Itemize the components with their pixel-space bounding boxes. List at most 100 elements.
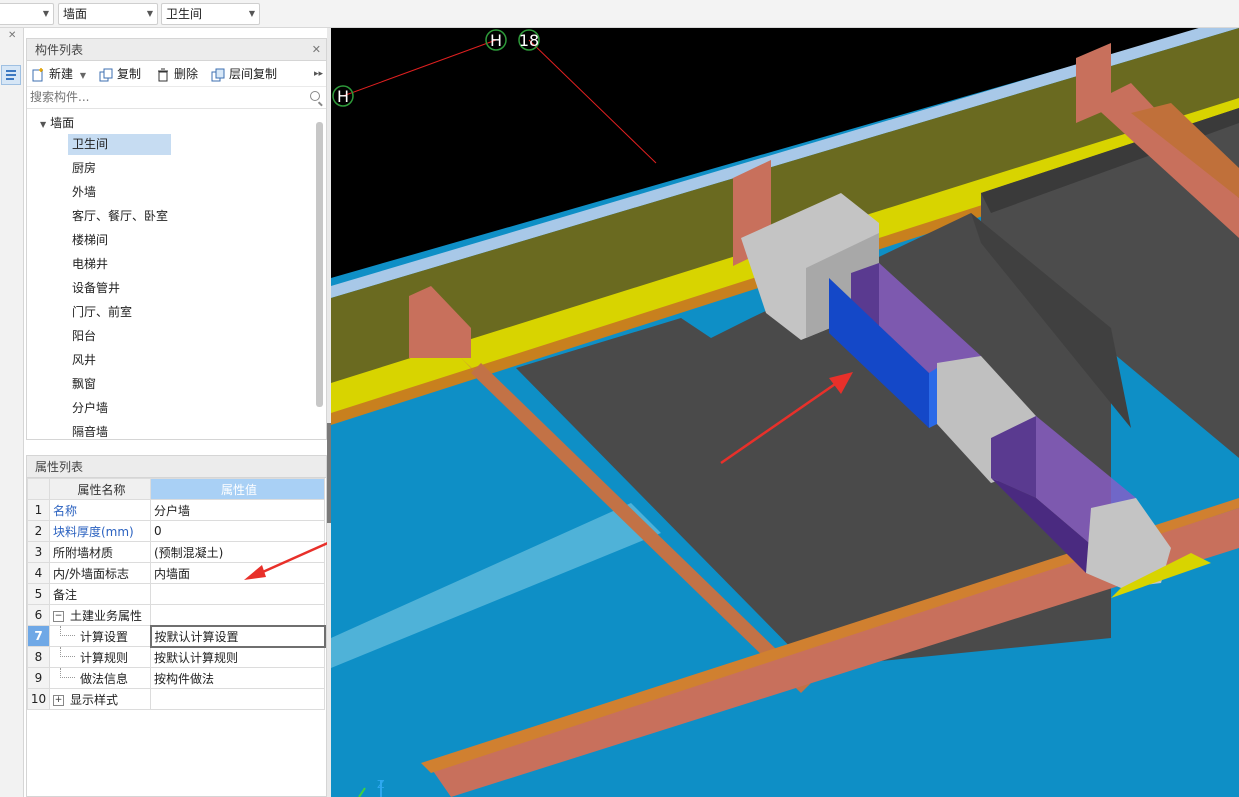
component-list-panel: 构件列表 ✕ 新建 ▼ 复制 删除 层间复制 ▸▸ ▼ 墙面	[26, 38, 327, 440]
trash-icon	[158, 68, 168, 81]
row-number: 5	[27, 583, 50, 605]
axis-label-18: 18	[519, 31, 539, 50]
property-group-name: − 土建业务属性	[49, 604, 151, 626]
row-num-header	[27, 478, 50, 500]
row-number: 1	[27, 499, 50, 521]
more-tools-icon[interactable]: ▸▸	[314, 65, 323, 83]
close-icon[interactable]: ✕	[8, 30, 16, 41]
chevron-down-icon: ▼	[146, 9, 153, 18]
table-row[interactable]: 8 计算规则 按默认计算规则	[27, 646, 325, 668]
table-row[interactable]: 5 备注	[27, 583, 325, 605]
property-table-header: 属性名称 属性值	[27, 478, 325, 500]
highlighted-wall-edge	[929, 368, 937, 428]
tree-item[interactable]: 楼梯间	[68, 230, 171, 251]
search-icon[interactable]	[310, 91, 320, 101]
property-name: 土建业务属性	[70, 608, 143, 623]
tree-item[interactable]: 卫生间	[68, 134, 171, 155]
property-name: 所附墙材质	[49, 541, 151, 563]
row-number: 9	[27, 667, 50, 689]
property-name: 内/外墙面标志	[49, 562, 151, 584]
table-row[interactable]: 7 计算设置 按默认计算设置	[27, 624, 326, 648]
tree-item[interactable]: 飘窗	[68, 374, 171, 395]
property-name: 名称	[49, 499, 151, 521]
column-header-name[interactable]: 属性名称	[49, 478, 151, 500]
property-value[interactable]: 按默认计算设置	[149, 624, 326, 648]
component-combo[interactable]: 卫生间 ▼	[161, 3, 260, 25]
row-number: 2	[27, 520, 50, 542]
top-toolbar: ▼ 墙面 ▼ 卫生间 ▼	[0, 0, 1239, 28]
row-number: 7	[27, 625, 50, 647]
property-name: 显示样式	[70, 692, 119, 707]
property-table: 属性名称 属性值 1 名称 分户墙 2 块料厚度(mm) 0 3 所附墙材质 (…	[27, 478, 326, 710]
property-name: 备注	[49, 583, 151, 605]
tree-item[interactable]: 隔音墙	[68, 422, 171, 437]
expand-icon[interactable]: +	[53, 694, 64, 706]
property-list-title: 属性列表	[35, 460, 84, 474]
component-search	[27, 87, 326, 109]
row-number: 8	[27, 646, 50, 668]
floor-copy-button[interactable]: 层间复制	[211, 65, 277, 83]
floor-combo[interactable]: ▼	[0, 3, 54, 25]
property-value[interactable]: 按构件做法	[150, 667, 325, 689]
property-name: 计算设置	[49, 625, 151, 647]
property-name: 做法信息	[49, 667, 151, 689]
copy-button[interactable]: 复制	[99, 65, 141, 83]
copy-label: 复制	[117, 67, 142, 81]
component-tree: ▼ 墙面 卫生间 厨房 外墙 客厅、餐厅、卧室 楼梯间 电梯井 设备管井 门厅、前…	[27, 109, 326, 437]
axis-label-h2: H	[337, 87, 349, 106]
table-row[interactable]: 10 + 显示样式	[27, 688, 325, 710]
tree-item[interactable]: 外墙	[68, 182, 171, 203]
3d-model-scene[interactable]: H 18 H Z	[331, 28, 1239, 797]
tree-item[interactable]: 风井	[68, 350, 171, 371]
tree-item[interactable]: 设备管井	[68, 278, 171, 299]
tree-item[interactable]: 厨房	[68, 158, 171, 179]
chevron-down-icon: ▼	[42, 9, 49, 18]
tree-item[interactable]: 分户墙	[68, 398, 171, 419]
delete-label: 删除	[174, 67, 199, 81]
close-icon[interactable]: ✕	[312, 39, 321, 61]
floor-copy-label: 层间复制	[229, 67, 278, 81]
property-name: 块料厚度(mm)	[49, 520, 151, 542]
new-button[interactable]: 新建 ▼	[31, 65, 86, 83]
3d-viewport[interactable]: H 18 H Z	[331, 28, 1239, 797]
new-label: 新建	[49, 67, 74, 81]
left-dock-strip: ✕	[0, 28, 24, 797]
tree-item[interactable]: 电梯井	[68, 254, 171, 275]
table-row[interactable]: 1 名称 分户墙	[27, 499, 325, 521]
search-input[interactable]	[30, 87, 300, 107]
tree-item[interactable]: 门厅、前室	[68, 302, 171, 323]
table-row[interactable]: 9 做法信息 按构件做法	[27, 667, 325, 689]
tree-item[interactable]: 客厅、餐厅、卧室	[68, 206, 171, 227]
z-axis-label: Z	[377, 778, 385, 791]
property-value	[150, 604, 325, 626]
tree-root-label: 墙面	[50, 116, 75, 130]
caret-down-icon[interactable]: ▼	[40, 115, 46, 135]
property-list-header: 属性列表 ✕	[27, 456, 326, 478]
property-value	[150, 688, 325, 710]
category-combo[interactable]: 墙面 ▼	[58, 3, 158, 25]
tree-scrollbar[interactable]	[316, 122, 323, 407]
column-header-value[interactable]: 属性值	[150, 478, 325, 500]
property-name: 计算规则	[49, 646, 151, 668]
copy-icon	[99, 68, 113, 81]
category-combo-value: 墙面	[63, 7, 88, 21]
new-icon	[32, 67, 43, 81]
delete-button[interactable]: 删除	[156, 65, 198, 83]
property-list-panel: 属性列表 ✕ 属性名称 属性值 1 名称 分户墙 2 块料厚度(mm) 0 3	[26, 455, 349, 797]
component-list-header: 构件列表 ✕	[27, 39, 326, 61]
floor-copy-icon	[211, 68, 225, 81]
table-row[interactable]: 6 − 土建业务属性	[27, 604, 325, 626]
row-number: 3	[27, 541, 50, 563]
tree-item[interactable]: 阳台	[68, 326, 171, 347]
property-value[interactable]	[150, 583, 325, 605]
component-list-toggle-icon[interactable]	[1, 65, 21, 85]
tree-root-node[interactable]: ▼ 墙面	[40, 113, 74, 133]
row-number: 10	[27, 688, 50, 710]
property-value[interactable]: 分户墙	[150, 499, 325, 521]
property-group-name: + 显示样式	[49, 688, 151, 710]
component-list-title: 构件列表	[35, 43, 84, 57]
chevron-down-icon[interactable]: ▼	[80, 71, 86, 80]
collapse-icon[interactable]: −	[53, 610, 64, 622]
property-value[interactable]: 按默认计算规则	[150, 646, 325, 668]
row-number: 6	[27, 604, 50, 626]
